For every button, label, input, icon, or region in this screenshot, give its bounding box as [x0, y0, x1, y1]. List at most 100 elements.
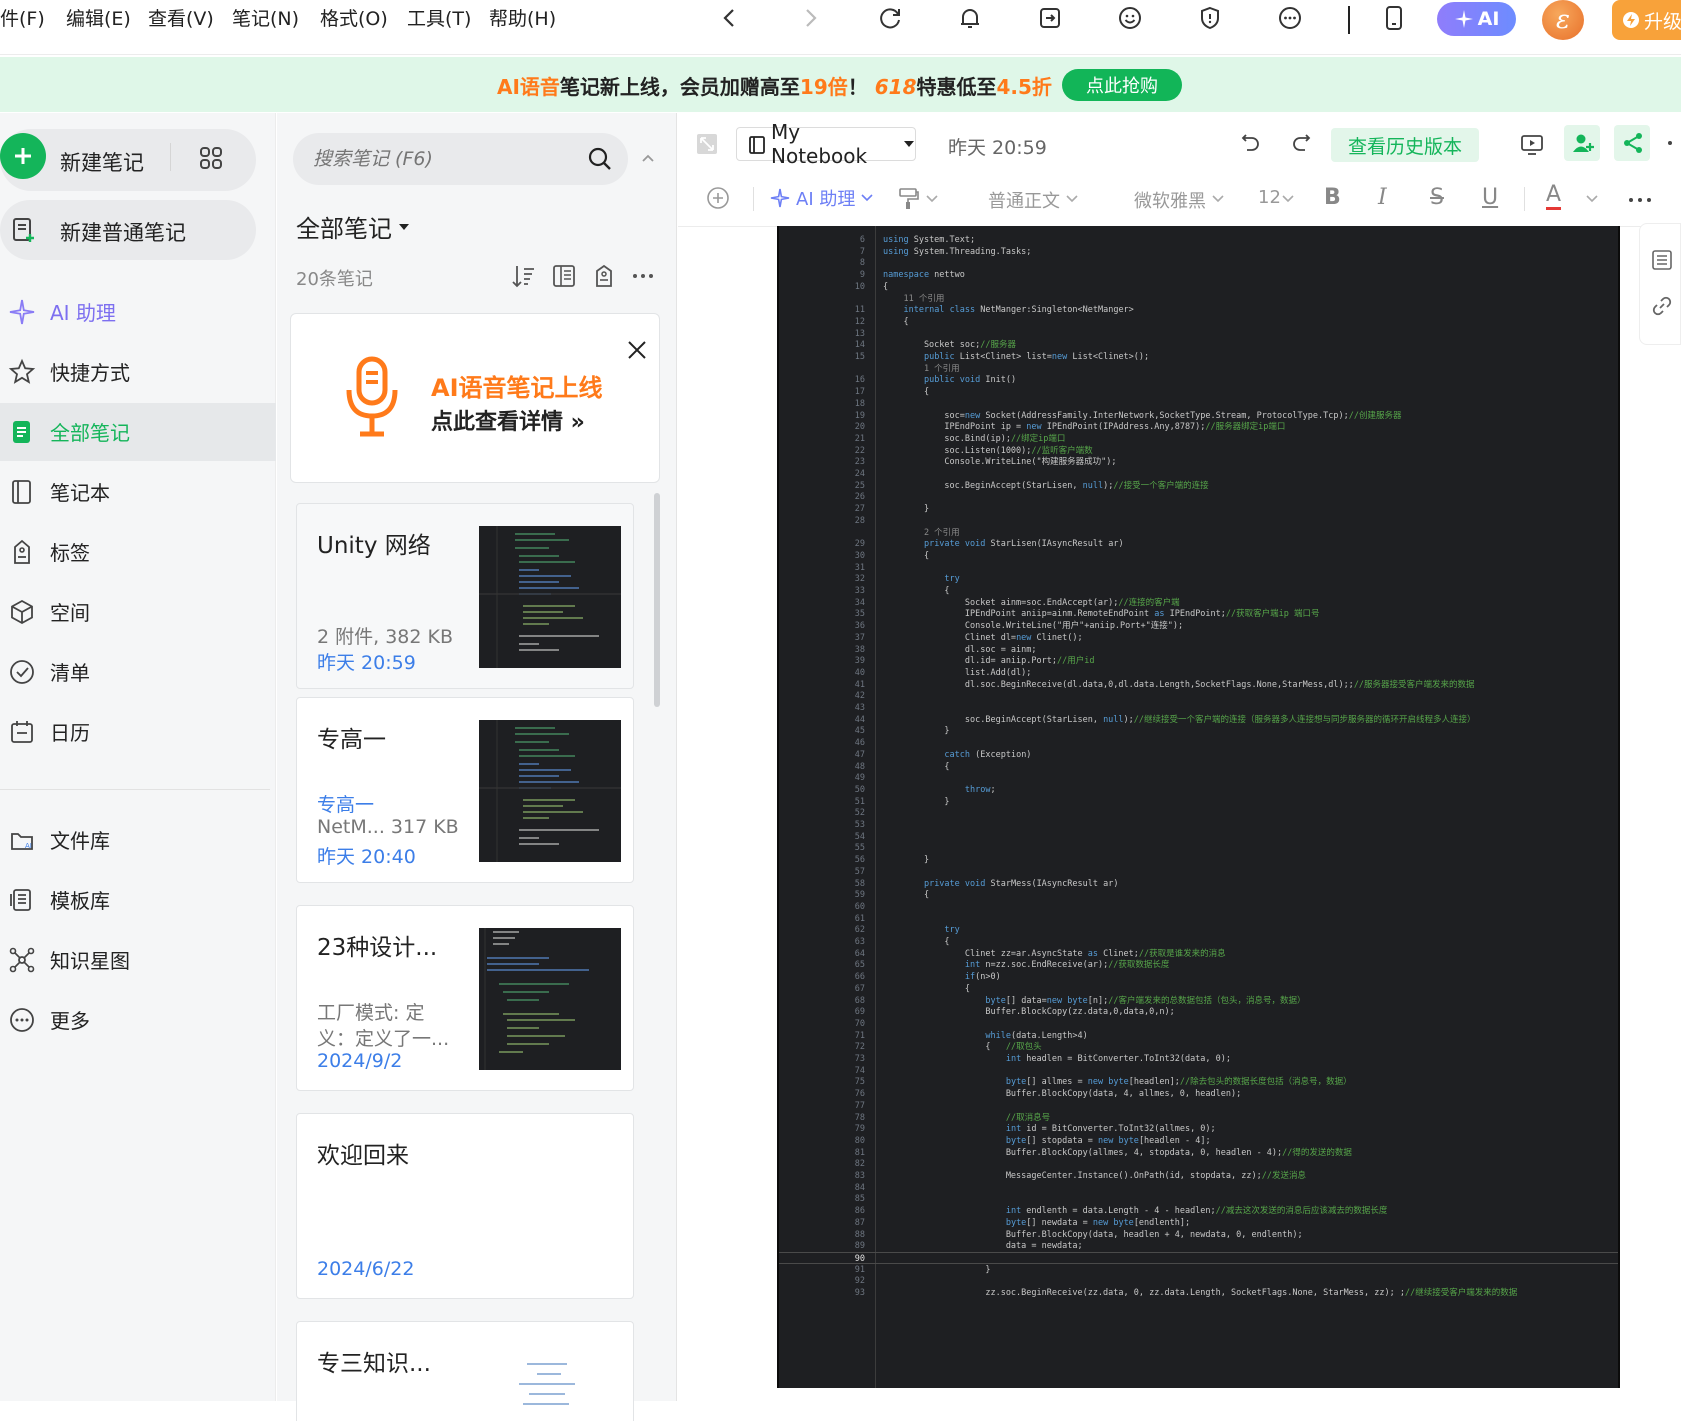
- forward-icon[interactable]: [794, 2, 826, 34]
- code-line-text: using System.Threading.Tasks;: [883, 246, 1032, 257]
- bold-icon[interactable]: B: [1324, 185, 1341, 210]
- code-line-text: {: [883, 586, 950, 596]
- present-icon[interactable]: [1520, 133, 1544, 157]
- sidebar-item-template-library[interactable]: 模板库: [0, 871, 276, 929]
- ai-assistant-dropdown[interactable]: AI 助理: [770, 185, 873, 211]
- code-line-number: 47: [854, 749, 865, 760]
- search-input[interactable]: [313, 145, 573, 173]
- sidebar-item-checklist[interactable]: 清单: [0, 643, 276, 701]
- ai-voice-promo-card[interactable]: AI语音笔记上线 点此查看详情 »: [290, 313, 660, 483]
- code-line: 13: [779, 328, 1618, 340]
- menu-tools[interactable]: 工具(T): [407, 6, 471, 32]
- sidebar-item-more[interactable]: 更多: [0, 991, 276, 1049]
- sidebar-item-ai-assistant[interactable]: AI 助理: [0, 283, 276, 341]
- note-card[interactable]: 专三知识...: [296, 1321, 634, 1421]
- note-list-scrollbar[interactable]: [654, 493, 660, 707]
- sidebar-item-tags[interactable]: 标签: [0, 523, 276, 581]
- redo-icon[interactable]: [1290, 133, 1312, 155]
- ai-assistant-label: AI 助理: [796, 189, 856, 210]
- font-color-icon[interactable]: A: [1546, 183, 1562, 210]
- insert-plus-icon[interactable]: [706, 186, 730, 210]
- code-line: 85: [779, 1193, 1618, 1205]
- share-button[interactable]: [1614, 125, 1650, 161]
- code-line-text: try: [944, 574, 960, 585]
- code-line: 6 using System.Text;: [779, 234, 1618, 246]
- layout-toggle-icon[interactable]: [551, 263, 577, 289]
- overflow-dot[interactable]: [1668, 141, 1672, 145]
- grid-menu-icon[interactable]: [198, 145, 224, 171]
- chevron-down-icon[interactable]: [926, 195, 938, 203]
- banner-text-1: 笔记新上线，会员加赠高至: [559, 75, 800, 99]
- sync-icon[interactable]: [874, 2, 906, 34]
- back-icon[interactable]: [714, 2, 746, 34]
- search-icon[interactable]: [587, 146, 613, 172]
- emoji-icon[interactable]: [1114, 2, 1146, 34]
- promo-card-link[interactable]: 点此查看详情 »: [431, 404, 585, 436]
- upgrade-button[interactable]: 升级: [1612, 0, 1681, 40]
- code-line-text: while(data.Length>4): [985, 1030, 1088, 1041]
- code-line: 53: [779, 819, 1618, 831]
- all-notes-dropdown[interactable]: 全部笔记: [296, 209, 410, 244]
- expand-icon[interactable]: [696, 133, 718, 155]
- bell-icon[interactable]: [954, 2, 986, 34]
- code-line-text: {: [883, 550, 930, 561]
- avatar[interactable]: ε: [1542, 0, 1584, 40]
- italic-icon[interactable]: I: [1378, 185, 1387, 210]
- menu-view[interactable]: 查看(V): [148, 6, 214, 32]
- more-circle-icon[interactable]: [1274, 2, 1306, 34]
- font-family-dropdown[interactable]: 微软雅黑: [1134, 187, 1206, 213]
- sort-icon[interactable]: [510, 263, 536, 289]
- transfer-icon[interactable]: [1034, 2, 1066, 34]
- code-line-text: }: [883, 1264, 991, 1275]
- font-size-dropdown[interactable]: 12: [1258, 187, 1281, 208]
- history-version-button[interactable]: 查看历史版本: [1331, 128, 1479, 162]
- code-screenshot-image: 6 using System.Text; 7 using System.Threadi…: [777, 226, 1620, 1388]
- menu-format[interactable]: 格式(O): [320, 6, 388, 32]
- note-card[interactable]: 欢迎回来 2024/6/22: [296, 1113, 634, 1299]
- code-line: 55: [779, 842, 1618, 854]
- close-icon[interactable]: [627, 340, 647, 360]
- share-user-button[interactable]: [1564, 125, 1600, 161]
- paragraph-style-dropdown[interactable]: 普通正文: [988, 187, 1060, 213]
- sidebar-item-spaces[interactable]: 空间: [0, 583, 276, 641]
- shield-icon[interactable]: [1194, 2, 1226, 34]
- file-library-icon: AI: [8, 826, 36, 854]
- collapse-up-icon[interactable]: [641, 153, 655, 163]
- sidebar-item-notebooks[interactable]: 笔记本: [0, 463, 276, 521]
- new-plain-note-button[interactable]: 新建普通笔记: [0, 200, 256, 260]
- underline-icon[interactable]: U: [1482, 185, 1498, 210]
- chevron-down-icon[interactable]: [1586, 195, 1598, 203]
- sidebar-item-calendar[interactable]: 日历: [0, 703, 276, 761]
- new-note-button[interactable]: 新建笔记: [60, 147, 144, 177]
- more-formatting-icon[interactable]: [1628, 197, 1652, 203]
- code-line-number: 75: [854, 1077, 865, 1088]
- menu-file[interactable]: 件(F): [0, 6, 45, 32]
- link-icon[interactable]: [1651, 295, 1673, 317]
- new-note-plus-button[interactable]: [0, 133, 46, 179]
- sidebar-item-file-library[interactable]: AI 文件库: [0, 811, 276, 869]
- sidebar-item-all-notes[interactable]: 全部笔记: [0, 403, 276, 461]
- code-line-number: 62: [854, 925, 865, 936]
- code-line: 29 private void StarLisen(IAsyncResult a…: [779, 538, 1618, 550]
- more-options-icon[interactable]: [630, 263, 656, 289]
- menu-help[interactable]: 帮助(H): [489, 6, 556, 32]
- sidebar-item-shortcuts[interactable]: 快捷方式: [0, 343, 276, 401]
- banner-text-2: ！: [847, 75, 868, 99]
- notebook-selector[interactable]: My Notebook: [736, 120, 916, 168]
- note-card[interactable]: 专高一 专高一 NetM... 317 KB 昨天 20:40: [296, 697, 634, 883]
- sidebar-item-knowledge-graph[interactable]: 知识星图: [0, 931, 276, 989]
- mobile-icon[interactable]: [1378, 2, 1410, 34]
- note-card[interactable]: 23种设计... 工厂模式: 定 义：定义了一... 2024/9/2: [296, 905, 634, 1091]
- undo-icon[interactable]: [1240, 133, 1262, 155]
- strikethrough-icon[interactable]: S: [1430, 185, 1444, 210]
- note-card[interactable]: Unity 网络 2 附件, 382 KB 昨天 20:59: [296, 503, 634, 689]
- promo-buy-button[interactable]: 点此抢购: [1062, 69, 1182, 101]
- note-date: 昨天 20:40: [317, 846, 416, 868]
- menu-note[interactable]: 笔记(N): [232, 6, 299, 32]
- sidebar-item-label: 文件库: [50, 829, 110, 853]
- outline-icon[interactable]: [1651, 249, 1673, 271]
- ai-button[interactable]: AI: [1437, 2, 1516, 36]
- tag-filter-icon[interactable]: [591, 263, 617, 289]
- format-painter-icon[interactable]: [898, 187, 920, 211]
- menu-edit[interactable]: 编辑(E): [66, 6, 131, 32]
